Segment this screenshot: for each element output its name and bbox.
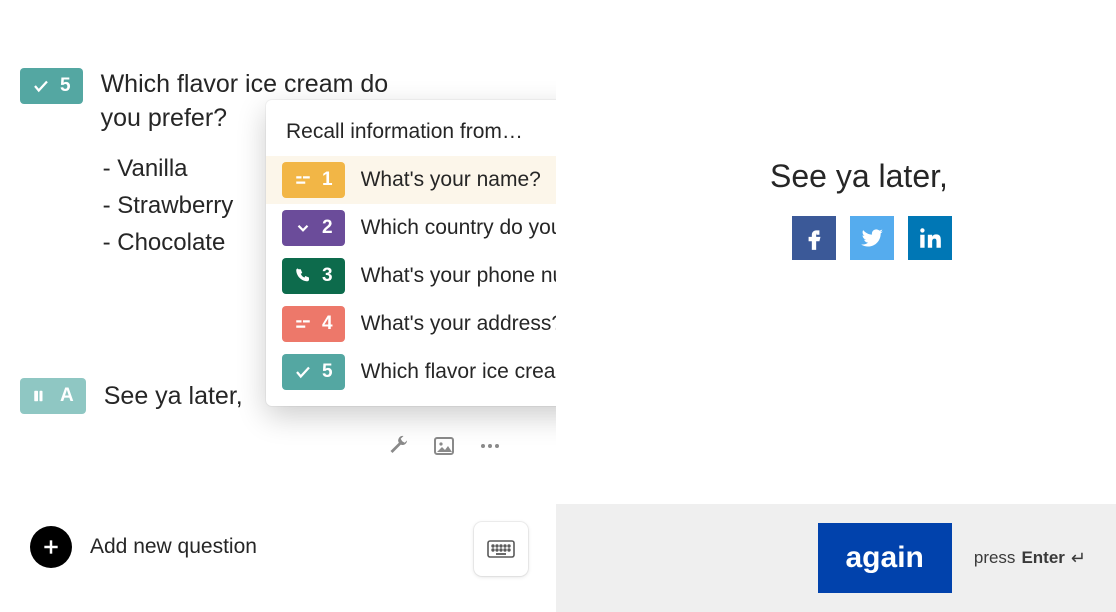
recall-tag: 5: [282, 354, 345, 390]
text-icon: [294, 315, 312, 333]
end-screen-tag: A: [20, 378, 86, 414]
check-icon: [294, 363, 312, 381]
block-toolbar: [386, 434, 502, 463]
text-icon: [294, 171, 312, 189]
add-question-button[interactable]: Add new question: [30, 526, 257, 568]
end-screen-block[interactable]: A See ya later,: [20, 378, 243, 414]
recall-tag: 3: [282, 258, 345, 294]
end-screen-badge: A: [60, 385, 74, 407]
wrench-icon[interactable]: [386, 434, 410, 463]
preview-text: See ya later,: [770, 158, 948, 195]
facebook-icon[interactable]: [792, 216, 836, 260]
layout-icon: [32, 387, 50, 405]
recall-label: What's your name?: [361, 168, 541, 192]
press-enter-hint: press Enter ↵: [974, 548, 1086, 569]
check-icon: [32, 77, 50, 95]
recall-tag: 1: [282, 162, 345, 198]
recall-label: What's your phone nu…: [361, 264, 586, 288]
more-icon[interactable]: [478, 434, 502, 463]
chevron-down-icon: [294, 219, 312, 237]
enter-key-icon: ↵: [1071, 548, 1086, 569]
add-question-label: Add new question: [90, 535, 257, 559]
keyboard-button[interactable]: [474, 522, 528, 576]
social-links: [792, 216, 952, 260]
plus-icon: [30, 526, 72, 568]
recall-tag: 4: [282, 306, 345, 342]
preview-footer: again press Enter ↵: [556, 504, 1116, 612]
question-number: 5: [60, 75, 71, 97]
image-icon[interactable]: [432, 434, 456, 463]
recall-label: What's your address?: [361, 312, 563, 336]
twitter-icon[interactable]: [850, 216, 894, 260]
question-tag-5: 5: [20, 68, 83, 104]
again-button[interactable]: again: [818, 523, 952, 593]
end-screen-text: See ya later,: [104, 382, 243, 411]
keyboard-icon: [487, 539, 515, 559]
linkedin-icon[interactable]: [908, 216, 952, 260]
recall-tag: 2: [282, 210, 345, 246]
phone-icon: [294, 267, 312, 285]
